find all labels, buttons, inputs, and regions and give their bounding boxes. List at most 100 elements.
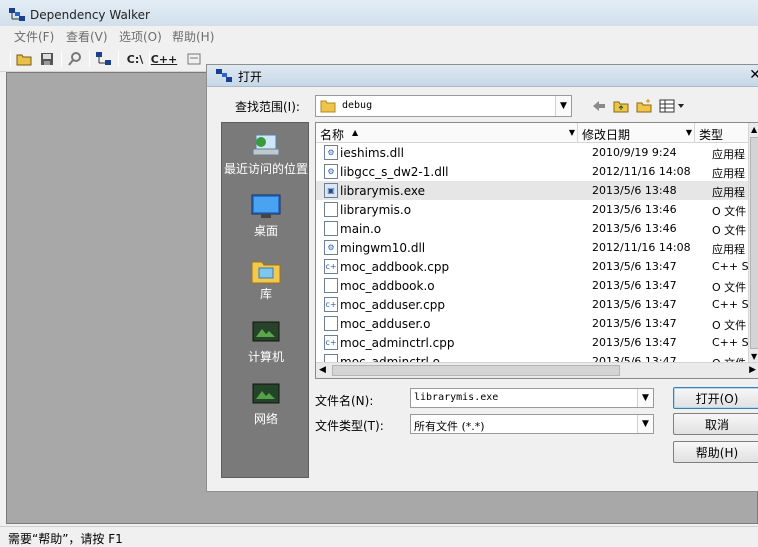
exe-file-icon: ▣ — [324, 183, 338, 198]
scroll-down-icon[interactable]: ▼ — [751, 352, 757, 361]
column-date-label: 修改日期 — [582, 128, 631, 142]
cpp-file-icon: c+ — [324, 259, 338, 274]
list-item[interactable]: librarymis.o 2013/5/6 13:46 O 文件 — [316, 200, 756, 219]
column-date[interactable]: 修改日期 ▼ — [578, 123, 695, 143]
scroll-thumb[interactable] — [750, 137, 758, 349]
file-date: 2013/5/6 13:47 — [592, 279, 677, 292]
network-icon — [252, 383, 280, 404]
place-recent-label: 最近访问的位置 — [223, 162, 308, 176]
file-type: O 文件 — [712, 319, 747, 332]
toolbar-extra-icon[interactable] — [184, 50, 204, 68]
scroll-thumb-horizontal[interactable] — [332, 365, 620, 376]
file-name: main.o — [340, 222, 382, 236]
list-item[interactable]: c+ moc_adminctrl.cpp 2013/5/6 13:47 C++ So — [316, 333, 756, 352]
list-item[interactable]: c+ moc_addbook.cpp 2013/5/6 13:47 C++ So — [316, 257, 756, 276]
filetype-select[interactable]: 所有文件 (*.*) ▼ — [410, 414, 654, 434]
folder-icon — [320, 100, 336, 113]
menu-file[interactable]: 文件(F) — [14, 28, 54, 45]
file-type: C++ So — [712, 336, 752, 349]
chevron-down-icon[interactable]: ▼ — [637, 389, 653, 407]
file-type: 应用程 — [712, 186, 745, 199]
list-item[interactable]: ▣ librarymis.exe 2013/5/6 13:48 应用程 — [316, 181, 756, 200]
places-bar: 最近访问的位置 桌面 库 计算机 网络 — [221, 122, 309, 478]
file-name: moc_addbook.cpp — [340, 260, 450, 274]
scroll-left-icon[interactable]: ◀ — [319, 365, 326, 375]
list-item[interactable]: c+ moc_adduser.cpp 2013/5/6 13:47 C++ So — [316, 295, 756, 314]
look-in-value: debug — [342, 100, 373, 111]
place-computer[interactable]: 计算机 — [222, 319, 310, 364]
list-item[interactable]: ⚙ mingwm10.dll 2012/11/16 14:08 应用程 — [316, 238, 756, 257]
dll-file-icon: ⚙ — [324, 164, 338, 179]
dialog-title: 打开 — [238, 70, 263, 84]
cpp-file-icon: c+ — [324, 335, 338, 350]
place-desktop[interactable]: 桌面 — [222, 193, 310, 238]
file-type: C++ So — [712, 298, 752, 311]
place-network-label: 网络 — [253, 412, 278, 426]
dialog-titlebar[interactable]: 打开 ✕ — [207, 65, 758, 87]
open-button[interactable]: 打开(O) — [673, 387, 758, 409]
blank-file-icon — [324, 221, 338, 236]
file-date: 2010/9/19 9:24 — [592, 146, 677, 159]
list-item[interactable]: moc_addbook.o 2013/5/6 13:47 O 文件 — [316, 276, 756, 295]
status-bar: 需要“帮助”，请按 F1 — [0, 526, 758, 547]
place-recent[interactable]: 最近访问的位置 — [222, 131, 310, 176]
file-type: O 文件 — [712, 224, 747, 237]
file-type: 应用程 — [712, 243, 745, 256]
file-name: moc_adminctrl.cpp — [340, 336, 455, 350]
menu-bar: 文件(F) 查看(V) 选项(O) 帮助(H) — [0, 26, 758, 46]
horizontal-scrollbar[interactable]: ◀ ▶ — [316, 362, 758, 378]
list-item[interactable]: ⚙ libgcc_s_dw2-1.dll 2012/11/16 14:08 应用程 — [316, 162, 756, 181]
chevron-down-icon[interactable]: ▼ — [637, 415, 653, 433]
new-folder-icon[interactable] — [635, 97, 653, 115]
view-menu-icon[interactable] — [659, 97, 685, 115]
desktop-icon — [251, 194, 281, 218]
list-item[interactable]: moc_adduser.o 2013/5/6 13:47 O 文件 — [316, 314, 756, 333]
scroll-right-icon[interactable]: ▶ — [749, 365, 756, 375]
scroll-up-icon[interactable]: ▲ — [751, 125, 757, 134]
list-item[interactable]: ⚙ ieshims.dll 2010/9/19 9:24 应用程 — [316, 143, 756, 162]
file-type: O 文件 — [712, 205, 747, 218]
file-date: 2012/11/16 14:08 — [592, 241, 691, 254]
dll-file-icon: ⚙ — [324, 240, 338, 255]
look-in-combo[interactable]: debug ▼ — [315, 95, 572, 117]
file-date: 2013/5/6 13:47 — [592, 298, 677, 311]
list-item[interactable]: main.o 2013/5/6 13:46 O 文件 — [316, 219, 756, 238]
place-network[interactable]: 网络 — [222, 381, 310, 426]
vertical-scrollbar[interactable]: ▲ ▼ — [748, 123, 758, 363]
undecorate-cpp-button[interactable]: C++ — [151, 50, 178, 68]
back-icon[interactable] — [591, 97, 607, 115]
module-tree-icon[interactable] — [94, 50, 114, 68]
filetype-value: 所有文件 (*.*) — [414, 420, 485, 433]
find-icon[interactable] — [65, 50, 85, 68]
blank-file-icon — [324, 316, 338, 331]
menu-help[interactable]: 帮助(H) — [172, 28, 214, 45]
filename-field[interactable]: librarymis.exe ▼ — [410, 388, 654, 408]
file-name: moc_adduser.o — [340, 317, 431, 331]
chevron-down-icon[interactable]: ▼ — [686, 128, 692, 137]
full-paths-button[interactable]: C:\ — [124, 50, 146, 68]
file-name: librarymis.o — [340, 203, 412, 217]
filename-value: librarymis.exe — [414, 392, 499, 403]
place-desktop-label: 桌面 — [253, 224, 278, 238]
file-type: C++ So — [712, 260, 752, 273]
dll-file-icon: ⚙ — [324, 145, 338, 160]
file-date: 2012/11/16 14:08 — [592, 165, 691, 178]
place-libraries[interactable]: 库 — [222, 256, 310, 301]
close-icon[interactable]: ✕ — [749, 67, 758, 83]
computer-icon — [252, 321, 280, 342]
chevron-down-icon[interactable]: ▼ — [569, 128, 575, 137]
file-list[interactable]: 名称 ▲ ▼ 修改日期 ▼ 类型 ⚙ ieshims.dll 2010/9/19 9… — [315, 122, 758, 379]
open-folder-icon[interactable] — [14, 50, 34, 68]
column-name[interactable]: 名称 ▲ ▼ — [316, 123, 578, 143]
up-folder-icon[interactable] — [612, 97, 630, 115]
place-libraries-label: 库 — [259, 287, 272, 301]
chevron-down-icon[interactable]: ▼ — [555, 96, 571, 116]
menu-options[interactable]: 选项(O) — [119, 28, 162, 45]
cancel-button[interactable]: 取消 — [673, 413, 758, 435]
file-type: 应用程 — [712, 148, 745, 161]
help-button[interactable]: 帮助(H) — [673, 441, 758, 463]
app-title: Dependency Walker — [30, 8, 150, 22]
save-icon[interactable] — [37, 50, 57, 68]
column-type[interactable]: 类型 — [695, 123, 755, 143]
menu-view[interactable]: 查看(V) — [66, 28, 108, 45]
